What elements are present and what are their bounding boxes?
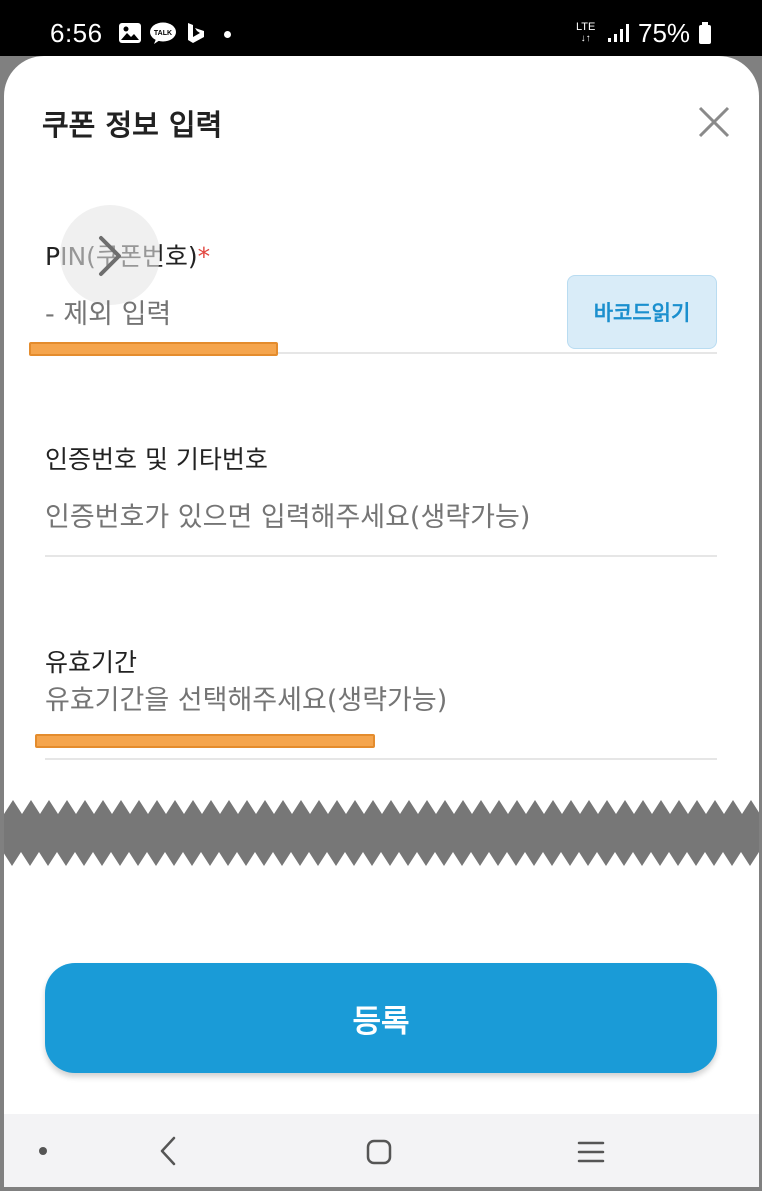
battery-icon — [699, 22, 711, 44]
status-time: 6:56 — [50, 18, 103, 48]
back-icon[interactable] — [157, 1134, 179, 1168]
bing-icon — [188, 23, 204, 43]
notification-dot-icon — [224, 31, 231, 38]
pin-input[interactable] — [45, 296, 545, 332]
nav-dot-icon — [39, 1147, 47, 1155]
expiry-highlight-marker — [35, 734, 375, 748]
network-label: LTE — [576, 21, 596, 33]
screen: 6:56 TALK LTE ↓↑ 75% 쿠폰 정보 입력 * - 제외 입력 … — [0, 0, 762, 1191]
data-arrows-icon: ↓↑ — [580, 33, 591, 44]
svg-text:TALK: TALK — [154, 30, 172, 37]
expiry-underline — [45, 758, 717, 760]
barcode-read-button[interactable]: 바코드읽기 — [567, 275, 717, 349]
gallery-icon — [119, 23, 141, 43]
recents-icon[interactable] — [576, 1138, 606, 1166]
close-icon[interactable] — [696, 104, 732, 140]
auth-field-label: 인증번호 및 기타번호 — [45, 445, 268, 474]
torn-divider — [4, 800, 759, 866]
expiry-field-label: 유효기간 — [45, 648, 138, 677]
required-mark: * — [197, 242, 211, 271]
status-bar: 6:56 TALK LTE ↓↑ 75% — [0, 0, 762, 56]
expiry-date-input[interactable] — [45, 680, 717, 720]
battery-percentage: 75% — [638, 18, 691, 48]
register-button[interactable]: 등록 — [45, 963, 717, 1073]
kakaotalk-icon: TALK — [150, 22, 176, 44]
lte-icon: LTE ↓↑ — [576, 21, 596, 45]
pin-highlight-marker — [29, 342, 278, 356]
auth-underline — [45, 555, 717, 557]
home-icon[interactable] — [365, 1138, 393, 1166]
chevron-right-icon — [99, 236, 121, 276]
dialog-title: 쿠폰 정보 입력 — [42, 108, 223, 142]
auth-number-input[interactable] — [45, 497, 717, 537]
signal-icon — [608, 24, 629, 42]
